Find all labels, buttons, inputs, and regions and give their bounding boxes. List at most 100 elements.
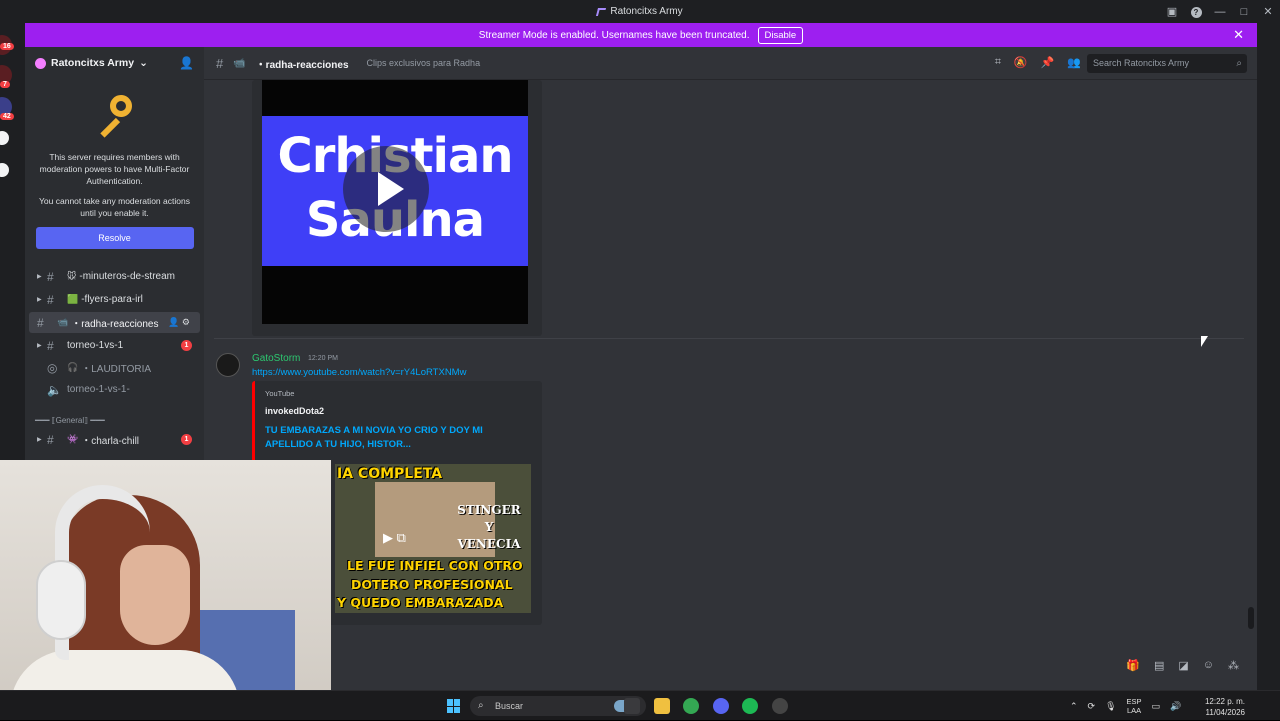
- thumbnail-text: STINGER Y VENECIA: [457, 503, 521, 551]
- taskbar-clock[interactable]: 12:22 p. m. 11/04/2026: [1200, 696, 1245, 718]
- channel-item[interactable]: 🔈 torneo-1-vs-1-: [25, 379, 204, 400]
- channel-emoji: 📹: [57, 317, 69, 327]
- message-link[interactable]: https://www.youtube.com/watch?v=rY4LoRTX…: [252, 367, 466, 378]
- spotify-icon[interactable]: [742, 698, 758, 714]
- channel-emoji: 🐭: [67, 271, 77, 281]
- gift-icon[interactable]: 🎁: [1126, 659, 1140, 672]
- text-channel-icon: #: [216, 55, 224, 71]
- video-letterbox-top: [262, 80, 528, 116]
- invite-people-icon[interactable]: 👤: [179, 56, 194, 70]
- play-icon: ▶ ⧉: [383, 530, 406, 545]
- chrome-icon[interactable]: [683, 698, 699, 714]
- window-title: Ratoncitxs Army: [610, 6, 683, 17]
- category-general[interactable]: ━━━ ⟦General⟧ ━━━: [35, 416, 105, 425]
- language-code: ESP: [1126, 697, 1142, 706]
- channel-emoji-icon: 📹: [233, 57, 246, 69]
- discord-taskbar-icon[interactable]: [713, 698, 729, 714]
- window-controls: ▣ ? — □ ✕: [1160, 0, 1280, 23]
- clock-date: 11/04/2026: [1205, 708, 1245, 717]
- title-bar: Ratoncitxs Army ▣ ? — □ ✕: [0, 0, 1280, 23]
- text-channel-icon: #: [37, 315, 44, 330]
- close-window-button[interactable]: ✕: [1256, 5, 1280, 18]
- sticker-icon[interactable]: ◪: [1178, 659, 1188, 672]
- microphone-icon[interactable]: 🎙: [1105, 701, 1116, 712]
- banner-text: Streamer Mode is enabled. Usernames have…: [478, 29, 750, 41]
- channel-emoji: 👾: [67, 434, 79, 444]
- channel-item[interactable]: ▶ # 🐭 -minuteros-de-stream: [25, 266, 204, 287]
- threads-icon[interactable]: ⌗: [995, 56, 1001, 69]
- server-badge: 42: [0, 113, 14, 120]
- maximize-button[interactable]: □: [1232, 6, 1256, 18]
- header-toolbar: ⌗ 🔕 📌 👥: [995, 56, 1081, 69]
- apps-icon[interactable]: ⁂: [1228, 659, 1239, 672]
- channel-item-active[interactable]: # 📹 ・radha-reacciones 👤 ⚙: [29, 312, 200, 333]
- screen-share-icon[interactable]: ▣: [1160, 5, 1184, 18]
- channel-topic[interactable]: Clips exclusivos para Radha: [367, 58, 481, 68]
- member-list-icon[interactable]: 👥: [1067, 56, 1081, 69]
- file-explorer-icon[interactable]: [654, 698, 670, 714]
- help-button[interactable]: ?: [1184, 6, 1208, 18]
- channel-settings-icon[interactable]: 👤 ⚙: [168, 317, 190, 328]
- channel-title: ・radha-reacciones: [255, 59, 349, 71]
- windows-taskbar: ⌕ Buscar ⌃ ⟳ 🎙 ESP LAA ▭ 🔊 12:22 p. m. 1…: [0, 690, 1280, 720]
- text-channel-icon: #: [47, 432, 54, 447]
- emoji-icon[interactable]: ☺: [1203, 659, 1214, 672]
- message-author[interactable]: GatoStorm: [252, 353, 300, 364]
- taskbar-search[interactable]: ⌕ Buscar: [470, 696, 646, 716]
- start-menu-icon[interactable]: [447, 699, 461, 713]
- channel-item[interactable]: ▶ # 🟩 -flyers-para-irl: [25, 289, 204, 310]
- key-icon: [92, 93, 138, 139]
- avatar[interactable]: [216, 353, 240, 377]
- channel-item[interactable]: ▶ # torneo-1vs-1 1: [25, 335, 204, 356]
- disable-streamer-mode-button[interactable]: Disable: [757, 26, 804, 44]
- channel-name: -minuteros-de-stream: [79, 271, 175, 282]
- chat-scrollbar[interactable]: [1248, 607, 1254, 629]
- message-composer[interactable]: 🎁 ▤ ◪ ☺ ⁂: [204, 650, 1257, 682]
- window-title-wrap: Ratoncitxs Army: [596, 6, 683, 17]
- video-thumbnail[interactable]: IA COMPLETA STINGER Y VENECIA ▶ ⧉ LE FUE…: [335, 464, 531, 613]
- thumbnail-text: DOTERO PROFESIONAL: [351, 577, 513, 592]
- headphones-icon: 🎧: [67, 362, 79, 372]
- language-indicator[interactable]: ESP LAA: [1127, 697, 1142, 715]
- resolve-button[interactable]: Resolve: [35, 227, 194, 249]
- channel-name: ・LAUDITORIA: [81, 364, 152, 375]
- volume-icon[interactable]: 🔊: [1170, 701, 1181, 712]
- channel-name: torneo-1vs-1: [67, 340, 124, 351]
- channel-item[interactable]: ◎ 🎧 ・LAUDITORIA: [25, 357, 204, 378]
- display-icon[interactable]: ▭: [1152, 701, 1161, 712]
- embed-author[interactable]: invokedDota2: [265, 406, 324, 416]
- app-icon[interactable]: [772, 698, 788, 714]
- caret-right-icon: ▶: [37, 343, 42, 349]
- add-server-icon[interactable]: [0, 131, 9, 145]
- taskbar-search-label: Buscar: [495, 701, 524, 711]
- close-banner-icon[interactable]: ✕: [1233, 27, 1244, 43]
- pin-icon[interactable]: 📌: [1041, 56, 1055, 69]
- channel-name: -flyers-para-irl: [81, 294, 143, 305]
- help-icon: ?: [1190, 6, 1202, 18]
- task-view-icon[interactable]: [624, 698, 640, 714]
- keyboard-layout: LAA: [1126, 706, 1142, 715]
- thumbnail-text: Y QUEDO EMBARAZADA: [337, 595, 504, 610]
- chevron-up-icon[interactable]: ⌃: [1070, 701, 1078, 712]
- minimize-button[interactable]: —: [1208, 6, 1232, 18]
- search-input[interactable]: Search Ratoncitxs Army ⌕: [1087, 54, 1247, 73]
- mention-badge: 1: [181, 434, 192, 445]
- clock-time: 12:22 p. m.: [1204, 697, 1245, 706]
- play-button-icon[interactable]: [343, 146, 429, 232]
- channel-item[interactable]: ▶ # 👾 ・charla-chill 1: [25, 429, 204, 450]
- sync-icon[interactable]: ⟳: [1088, 701, 1096, 712]
- stage-channel-icon: ◎: [47, 360, 58, 375]
- discord-logo-icon: [596, 7, 607, 16]
- system-tray: ⌃ ⟳ 🎙 ESP LAA ▭ 🔊: [1070, 691, 1181, 721]
- channel-name: ・radha-reacciones: [71, 319, 159, 330]
- explore-servers-icon[interactable]: [0, 163, 9, 177]
- embed-title[interactable]: TU EMBARAZAS A MI NOVIA YO CRIO Y DOY MI…: [265, 424, 525, 452]
- channel-name: torneo-1-vs-1-: [67, 384, 130, 395]
- server-header[interactable]: Ratoncitxs Army ⌄ 👤: [25, 47, 204, 79]
- thumbnail-text: LE FUE INFIEL CON OTRO: [347, 558, 523, 573]
- gif-icon[interactable]: ▤: [1154, 659, 1164, 672]
- channel-name: ・charla-chill: [81, 436, 140, 447]
- server-logo-icon: [35, 57, 46, 69]
- voice-channel-icon: 🔈: [47, 382, 62, 397]
- notification-bell-icon[interactable]: 🔕: [1014, 56, 1028, 69]
